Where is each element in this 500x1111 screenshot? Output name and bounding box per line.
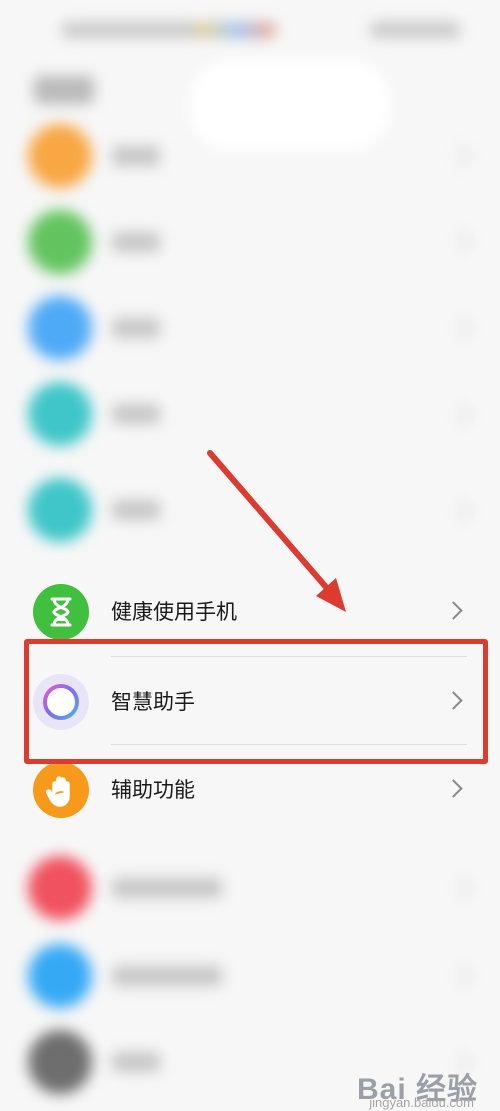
baidu-jingyan-watermark: Bai 经验 jingyan.baidu.com [357, 1064, 478, 1110]
annotation-arrow-icon [207, 450, 346, 612]
watermark-url: jingyan.baidu.com [369, 1095, 474, 1110]
